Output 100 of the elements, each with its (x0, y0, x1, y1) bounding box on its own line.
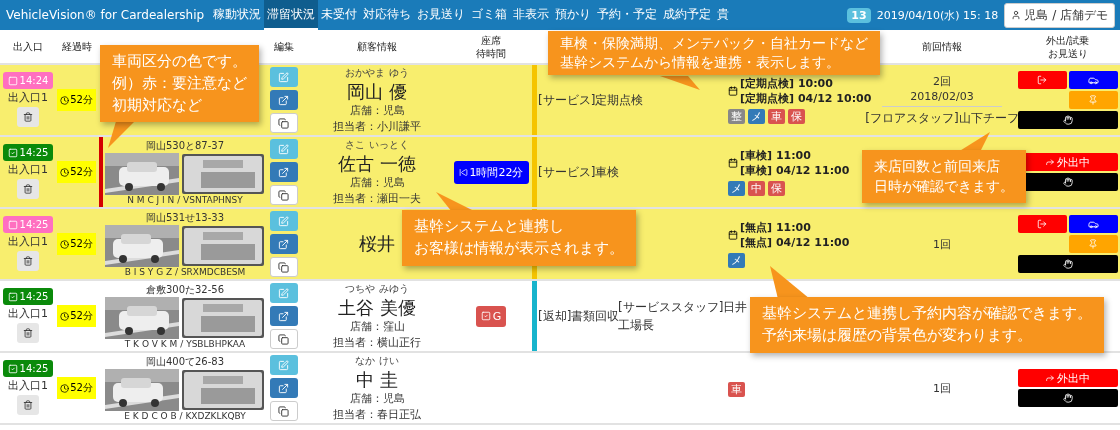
vehicle-code: N M C J I N / VSNTAPHNSY (127, 195, 243, 205)
copy-icon (278, 117, 289, 129)
customer-name: 桜井 (359, 233, 395, 255)
edit-button[interactable] (269, 283, 298, 303)
open-button[interactable] (269, 90, 298, 110)
column-header: 外出/試乗 お見送り (1044, 33, 1091, 60)
store-label: 店舗：児島 (349, 175, 405, 191)
entry-time-badge: 14:25 (2, 144, 54, 161)
open-button[interactable] (269, 378, 298, 398)
copy-button[interactable] (269, 257, 298, 277)
column-header: 座席 待時間 (475, 33, 507, 60)
open-button[interactable] (269, 306, 298, 326)
edit-icon (278, 359, 289, 371)
info-tag: 車 (728, 381, 745, 397)
copy-icon (278, 405, 289, 417)
booking-text: [車検] 11:00 (740, 148, 812, 163)
info-tag: 整 (728, 109, 745, 124)
wait-time-button[interactable]: 1時間22分 (453, 160, 529, 184)
info-tag: 保 (768, 181, 785, 196)
service-text: [サービス]車検 (538, 163, 620, 181)
nav-tab[interactable]: ゴミ箱 (468, 0, 511, 30)
annotation-tooltip: 来店回数と前回来店 日時が確認できます。 (862, 150, 1026, 203)
customer-kana: なか けい (355, 353, 399, 368)
staff-label: 担当者：春日正弘 (333, 407, 421, 423)
nav-tab[interactable]: 成約予定 (660, 0, 715, 30)
nav-tab[interactable]: 預かり (552, 0, 595, 30)
delete-button[interactable] (17, 323, 39, 343)
nav-tab[interactable]: 滞留状況 (264, 0, 319, 30)
info-tag: メ (748, 109, 765, 124)
edit-icon (278, 143, 289, 155)
exit-button[interactable] (1017, 71, 1067, 89)
copy-button[interactable] (269, 329, 298, 349)
service-staff-text: 工場長 (618, 317, 654, 334)
checkbox-checked-icon (7, 291, 18, 302)
nav-tab[interactable]: 稼動状況 (210, 0, 265, 30)
annotation-tooltip: 車検・保険満期、メンテパック・自社カードなど 基幹システムから情報を連携・表示します。 (548, 31, 880, 75)
delete-button[interactable] (17, 107, 39, 127)
plate-caption: 倉敷300た32-56 (145, 283, 225, 297)
checkbox-checked-icon (480, 311, 491, 321)
delete-button[interactable] (17, 395, 39, 415)
exit-icon (1037, 219, 1047, 229)
open-button[interactable] (269, 234, 298, 254)
staff-label: 担当者：横山正行 (333, 335, 421, 351)
gate-label: 出入口1 (8, 306, 48, 321)
booking-text: [定期点検] 04/12 10:00 (740, 91, 872, 106)
external-link-icon (278, 166, 289, 178)
visit-count: 1回 (933, 236, 951, 252)
delete-button[interactable] (17, 179, 39, 199)
open-button[interactable] (269, 162, 298, 182)
send-off-button[interactable] (1017, 389, 1118, 407)
out-button[interactable]: 外出中 (1017, 369, 1118, 387)
service-text: [サービス]定期点検 (538, 91, 644, 109)
seat-button[interactable]: G (475, 305, 507, 327)
hand-icon (1062, 393, 1073, 403)
copy-button[interactable] (269, 401, 298, 421)
elapsed-time: 52分 (57, 161, 96, 183)
nav-tab[interactable]: 未受付 (318, 0, 361, 30)
edit-icon (278, 215, 289, 227)
hand-icon (1062, 115, 1073, 125)
user-button[interactable]: 児島 / 店舗デモ (1004, 2, 1115, 28)
send-off-button[interactable] (1017, 255, 1118, 273)
gate-label: 出入口1 (8, 234, 48, 249)
test-drive-button[interactable] (1068, 215, 1118, 233)
column-header: 経過時 (60, 40, 93, 53)
external-link-icon (278, 94, 289, 106)
nav-tab[interactable]: 貴 (714, 0, 733, 30)
store-label: 店舗：児島 (349, 391, 405, 407)
edit-button[interactable] (269, 355, 298, 375)
vehicle-code: T K O V K M / YSBLBHPKAA (124, 339, 246, 349)
vehicle-code: E K D C O B / KXDZKLKQBY (124, 411, 246, 421)
checkbox-icon (7, 75, 18, 86)
staff-label: 担当者：小川謙平 (333, 119, 421, 135)
booking-text: [無点] 11:00 (740, 220, 812, 235)
copy-button[interactable] (269, 185, 298, 205)
test-drive-button[interactable] (1068, 71, 1118, 89)
entry-time-badge: 14:25 (2, 360, 54, 377)
hand-icon (1062, 177, 1073, 187)
delete-button[interactable] (17, 251, 39, 271)
entry-time-badge: 14:25 (2, 216, 54, 233)
column-header: 前回情報 (921, 40, 963, 53)
copy-button[interactable] (269, 113, 298, 133)
exit-button[interactable] (1017, 215, 1067, 233)
customer-kana: さこ いっとく (345, 137, 409, 152)
booking-text: [定期点検] 10:00 (740, 76, 834, 91)
trash-icon (23, 112, 33, 122)
info-tag: メ (728, 181, 745, 196)
forward-icon (1045, 373, 1055, 383)
entry-time-badge: 14:25 (2, 288, 54, 305)
external-link-icon (278, 310, 289, 322)
external-link-icon (278, 382, 289, 394)
service-text: [返却]書類回収 (538, 308, 620, 323)
column-header: 出入口 (12, 40, 44, 53)
nav-tab[interactable]: 対応待ち (360, 0, 415, 30)
visit-count: 1回 (933, 380, 951, 396)
nav-tab[interactable]: お見送り (414, 0, 469, 30)
customer-name: 土谷 美優 (338, 296, 416, 319)
send-off-button[interactable] (1017, 111, 1118, 129)
hand-icon (1062, 259, 1073, 269)
nav-tab[interactable]: 予約・予定 (594, 0, 661, 30)
nav-tab[interactable]: 非表示 (510, 0, 553, 30)
